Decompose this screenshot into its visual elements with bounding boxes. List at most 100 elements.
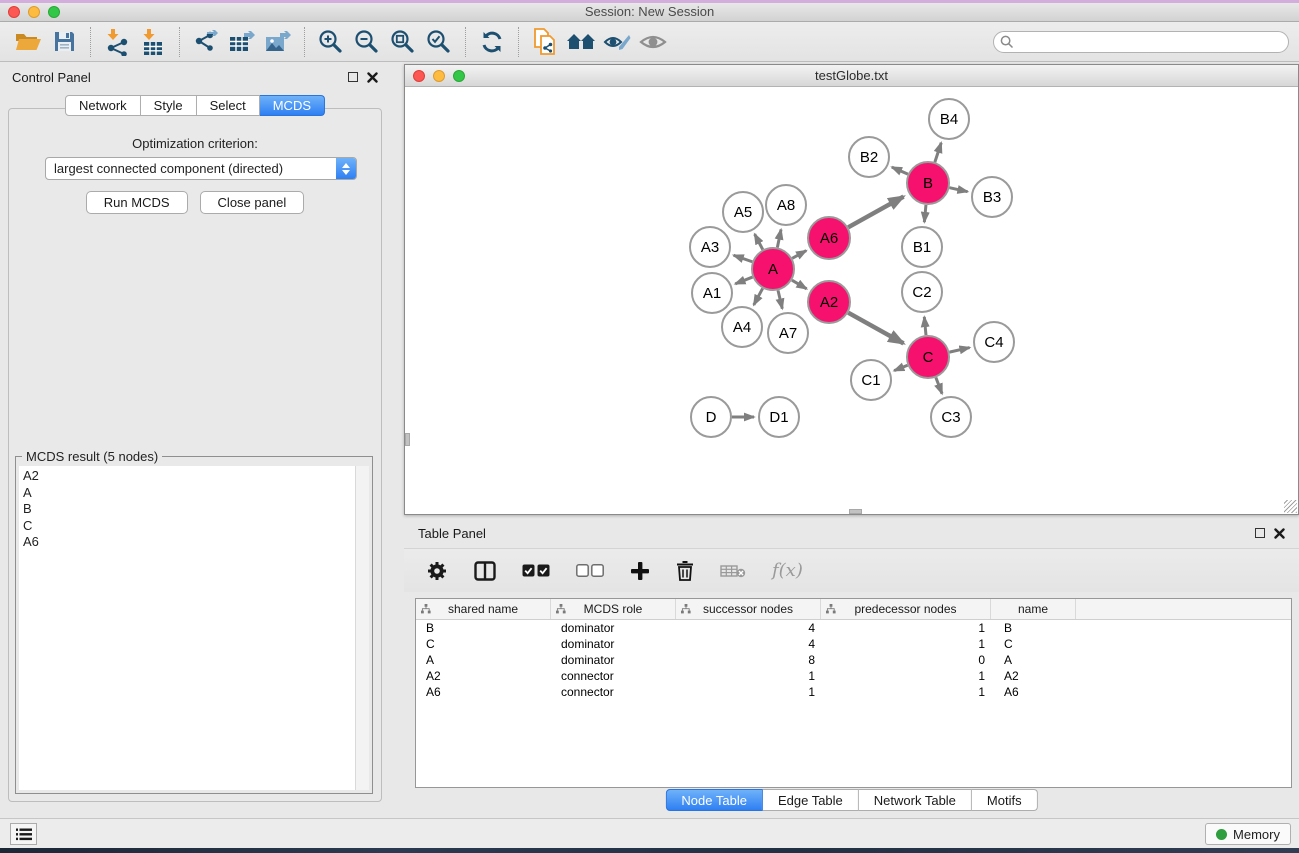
cell-successor-nodes[interactable]: 8 — [676, 653, 821, 667]
network-window-titlebar[interactable]: testGlobe.txt — [405, 65, 1298, 87]
table-settings-icon[interactable] — [426, 560, 448, 582]
cell-successor-nodes[interactable]: 1 — [676, 669, 821, 683]
export-table-icon[interactable] — [224, 26, 260, 58]
cell-successor-nodes[interactable]: 4 — [676, 621, 821, 635]
float-panel-icon[interactable] — [348, 72, 358, 82]
deselect-all-icon[interactable] — [576, 564, 604, 577]
cell-shared-name[interactable]: B — [416, 621, 551, 635]
open-session-icon[interactable] — [10, 26, 46, 58]
close-panel-button[interactable]: Close panel — [200, 191, 305, 214]
column-header-successor-nodes[interactable]: successor nodes — [676, 599, 821, 619]
cell-successor-nodes[interactable]: 1 — [676, 685, 821, 699]
table-close-panel-icon[interactable] — [1274, 528, 1285, 539]
edge-A-A2[interactable] — [792, 280, 807, 289]
cell-name[interactable]: A — [991, 653, 1076, 667]
tab-motifs[interactable]: Motifs — [972, 789, 1038, 811]
edge-B-B2[interactable] — [892, 167, 908, 174]
export-network-icon[interactable] — [188, 26, 224, 58]
edge-A2-C[interactable] — [848, 313, 903, 344]
edge-C-C3[interactable] — [936, 378, 942, 394]
cell-predecessor-nodes[interactable]: 1 — [821, 685, 991, 699]
mcds-result-scrollbar[interactable] — [356, 466, 369, 790]
cell-predecessor-nodes[interactable]: 1 — [821, 637, 991, 651]
task-history-button[interactable] — [10, 823, 37, 845]
import-table-icon[interactable] — [135, 26, 171, 58]
search-box[interactable] — [993, 31, 1289, 53]
cell-MCDS-role[interactable]: connector — [551, 669, 676, 683]
mcds-result-item[interactable]: A2 — [19, 468, 355, 485]
tab-style[interactable]: Style — [141, 95, 197, 116]
delete-table-icon[interactable] — [720, 564, 746, 578]
cell-shared-name[interactable]: A — [416, 653, 551, 667]
edge-A6-B[interactable] — [848, 197, 903, 228]
criterion-dropdown[interactable]: largest connected component (directed) — [45, 157, 357, 180]
export-image-icon[interactable] — [260, 26, 296, 58]
zoom-selected-icon[interactable] — [421, 26, 457, 58]
cell-MCDS-role[interactable]: dominator — [551, 653, 676, 667]
edge-A-A3[interactable] — [734, 255, 753, 262]
table-float-panel-icon[interactable] — [1255, 528, 1265, 538]
column-header-name[interactable]: name — [991, 599, 1076, 619]
mcds-result-item[interactable]: B — [19, 501, 355, 518]
edge-A-A5[interactable] — [755, 234, 763, 249]
search-input[interactable] — [1014, 35, 1282, 49]
table-row[interactable]: A6connector11A6 — [416, 684, 1291, 700]
mcds-result-item[interactable]: C — [19, 518, 355, 535]
add-entry-icon[interactable] — [630, 561, 650, 581]
edge-A-A4[interactable] — [754, 288, 763, 305]
table-row[interactable]: Cdominator41C — [416, 636, 1291, 652]
tab-edge-table[interactable]: Edge Table — [763, 789, 859, 811]
mcds-result-item[interactable]: A6 — [19, 534, 355, 551]
function-builder-icon[interactable]: f(x) — [772, 560, 803, 581]
edge-B-B4[interactable] — [935, 143, 941, 162]
refresh-icon[interactable] — [474, 26, 510, 58]
cell-predecessor-nodes[interactable]: 0 — [821, 653, 991, 667]
cell-predecessor-nodes[interactable]: 1 — [821, 621, 991, 635]
window-resize-grip[interactable] — [1284, 500, 1297, 513]
edge-C-C2[interactable] — [924, 317, 926, 335]
edge-A-A6[interactable] — [792, 251, 806, 259]
run-mcds-button[interactable]: Run MCDS — [86, 191, 188, 214]
network-horizontal-scrollbar[interactable] — [849, 509, 862, 514]
table-row[interactable]: A2connector11A2 — [416, 668, 1291, 684]
cell-predecessor-nodes[interactable]: 1 — [821, 669, 991, 683]
tab-mcds[interactable]: MCDS — [260, 95, 325, 116]
edge-C-C1[interactable] — [894, 365, 907, 370]
cell-shared-name[interactable]: A6 — [416, 685, 551, 699]
delete-entry-icon[interactable] — [676, 560, 694, 581]
import-network-icon[interactable] — [99, 26, 135, 58]
column-header-shared-name[interactable]: shared name — [416, 599, 551, 619]
network-vertical-scrollbar[interactable] — [405, 433, 410, 446]
network-canvas[interactable]: B4B2BB3A8A5A6A3B1AA1C2A2A4A7C4CC1C3DD1 — [405, 87, 1298, 514]
cell-shared-name[interactable]: C — [416, 637, 551, 651]
cell-MCDS-role[interactable]: connector — [551, 685, 676, 699]
edge-A-A7[interactable] — [778, 290, 782, 308]
zoom-in-icon[interactable] — [313, 26, 349, 58]
tab-node-table[interactable]: Node Table — [665, 789, 763, 811]
cell-name[interactable]: C — [991, 637, 1076, 651]
cell-shared-name[interactable]: A2 — [416, 669, 551, 683]
column-header-MCDS-role[interactable]: MCDS role — [551, 599, 676, 619]
cell-MCDS-role[interactable]: dominator — [551, 621, 676, 635]
show-hide-details-icon[interactable] — [635, 26, 671, 58]
show-columns-icon[interactable] — [474, 561, 496, 581]
cell-successor-nodes[interactable]: 4 — [676, 637, 821, 651]
edge-A-A8[interactable] — [777, 229, 781, 247]
home-view-icon[interactable] — [563, 26, 599, 58]
zoom-fit-content-icon[interactable] — [385, 26, 421, 58]
tab-network-table[interactable]: Network Table — [859, 789, 972, 811]
table-row[interactable]: Adominator80A — [416, 652, 1291, 668]
close-panel-icon[interactable] — [367, 72, 378, 83]
cell-MCDS-role[interactable]: dominator — [551, 637, 676, 651]
edge-B-B1[interactable] — [924, 205, 926, 222]
column-header-predecessor-nodes[interactable]: predecessor nodes — [821, 599, 991, 619]
cell-name[interactable]: A6 — [991, 685, 1076, 699]
clone-network-icon[interactable] — [527, 26, 563, 58]
toggle-graphics-details-icon[interactable] — [599, 26, 635, 58]
memory-button[interactable]: Memory — [1205, 823, 1291, 845]
save-session-icon[interactable] — [46, 26, 82, 58]
select-all-icon[interactable] — [522, 564, 550, 577]
edge-C-C4[interactable] — [949, 348, 969, 353]
cell-name[interactable]: A2 — [991, 669, 1076, 683]
edge-A-A1[interactable] — [735, 277, 752, 284]
